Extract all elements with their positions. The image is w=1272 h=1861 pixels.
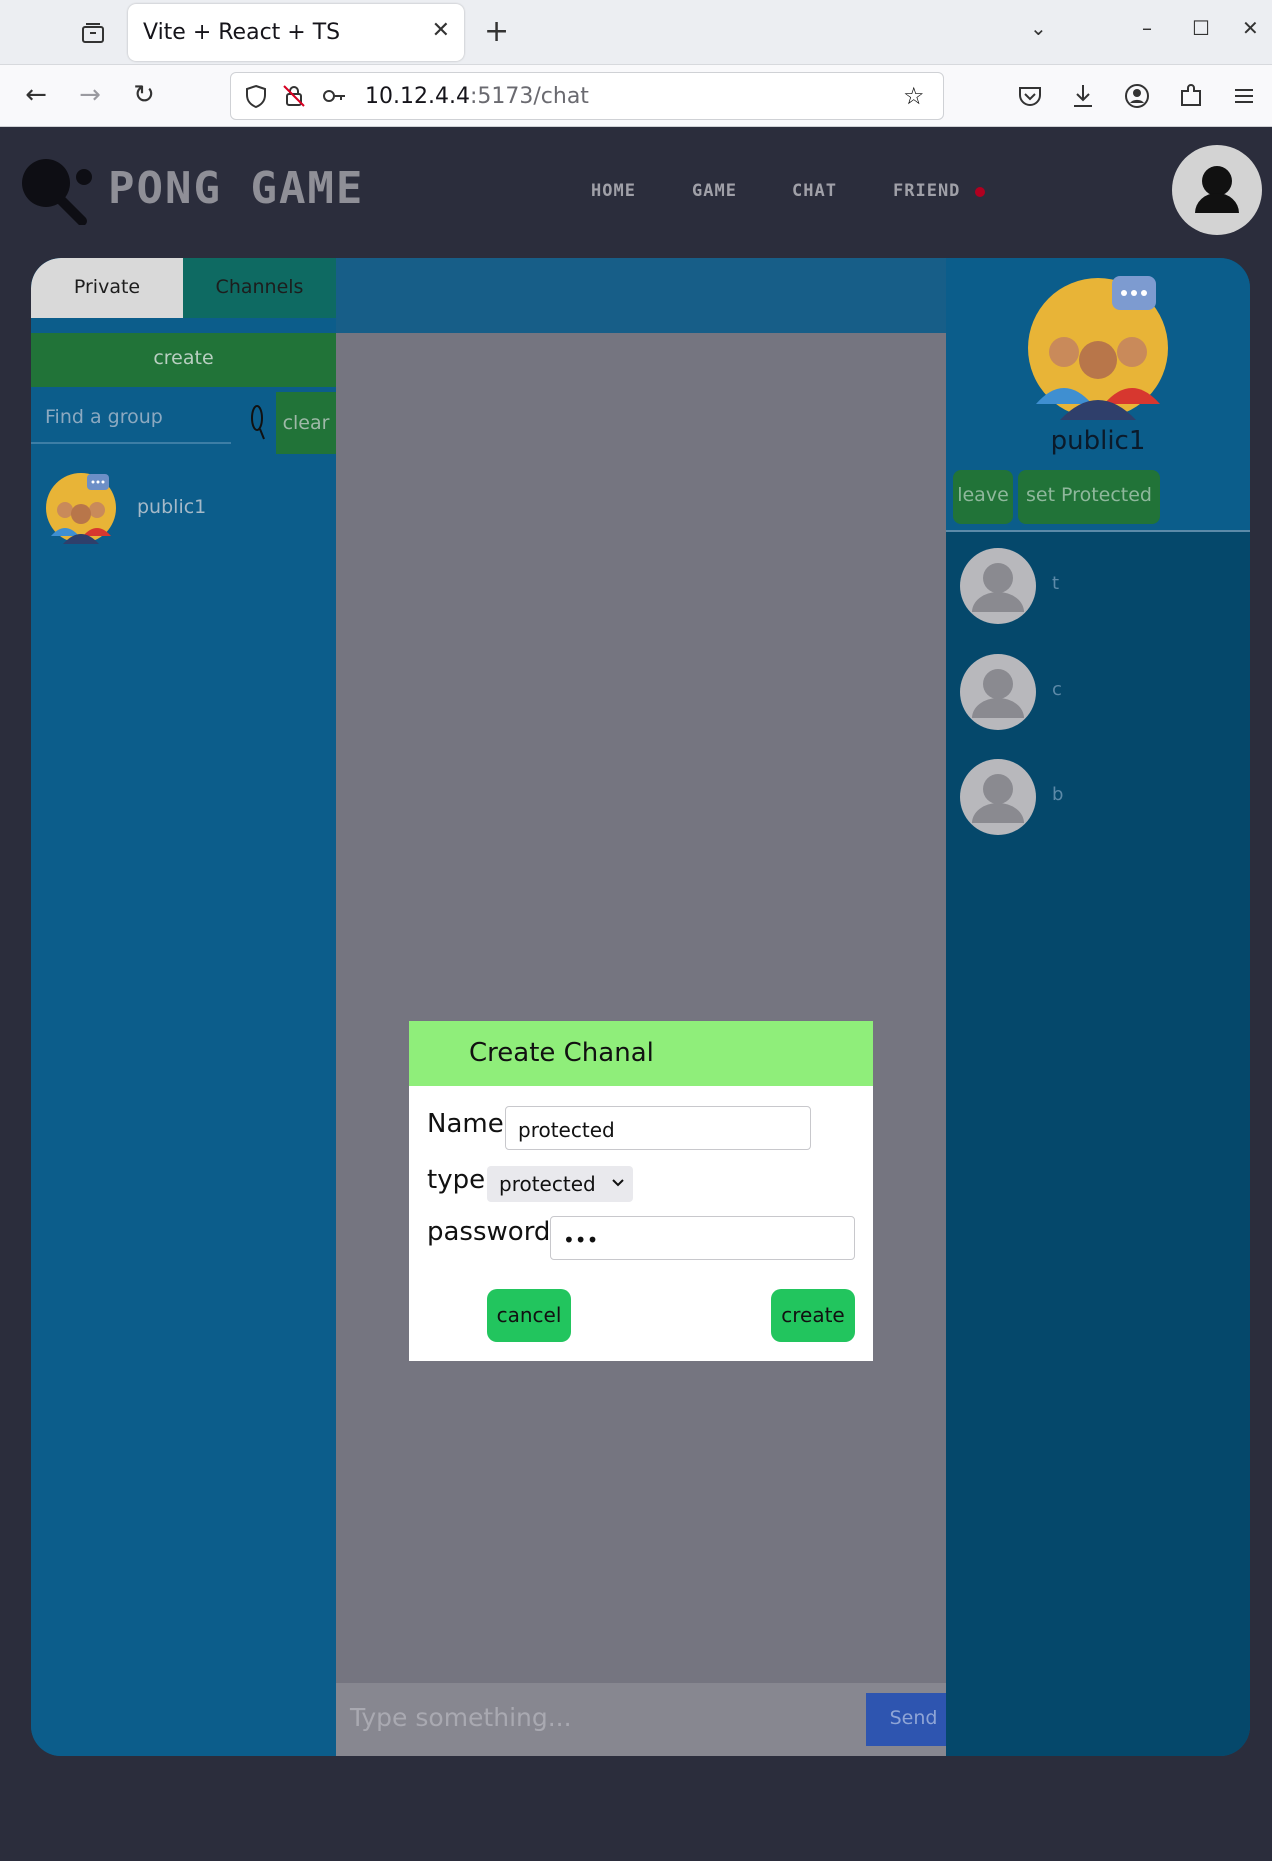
member-list-item[interactable]: c — [960, 654, 1240, 734]
reload-icon[interactable]: ↻ — [128, 79, 160, 111]
nav-chat[interactable]: CHAT — [792, 181, 837, 201]
create-channel-modal: Create Chanal Name protected type protec… — [409, 1021, 873, 1361]
insecure-lock-icon[interactable] — [281, 83, 307, 109]
find-group-placeholder: Find a group — [45, 406, 163, 428]
modal-header: Create Chanal — [409, 1021, 873, 1086]
url-bar[interactable]: 10.12.4.4:5173/chat ☆ — [230, 72, 944, 120]
app-root: PONG GAME HOME GAME CHAT FRIEND Private … — [0, 127, 1272, 1861]
url-host: 10.12.4.4 — [365, 84, 470, 109]
maximize-icon[interactable]: ☐ — [1192, 16, 1210, 40]
type-label: type — [427, 1165, 486, 1195]
member-list-item[interactable]: b — [960, 759, 1240, 839]
create-button[interactable]: create — [771, 1289, 855, 1342]
member-name: b — [1052, 784, 1064, 805]
nav-home[interactable]: HOME — [591, 181, 636, 201]
pocket-icon[interactable] — [1015, 81, 1045, 111]
browser-tab[interactable]: Vite + React + TS ✕ — [128, 4, 464, 61]
url-path: :5173/chat — [469, 84, 589, 109]
tab-private[interactable]: Private — [31, 258, 183, 318]
group-avatar-icon — [46, 473, 116, 544]
tab-list-chevron-icon[interactable]: ⌄ — [1030, 16, 1047, 40]
url-text[interactable]: 10.12.4.4:5173/chat — [365, 84, 589, 109]
hamburger-menu-icon[interactable] — [1229, 81, 1259, 111]
tab-private-label: Private — [73, 276, 141, 298]
chat-container: Private Channels create Find a group cle… — [31, 258, 1250, 1756]
notification-dot — [975, 187, 985, 197]
password-value: ••• — [563, 1228, 599, 1252]
channel-type-select[interactable]: protected — [487, 1166, 633, 1202]
search-icon[interactable] — [249, 402, 265, 442]
chat-header — [336, 258, 946, 333]
create-button-label: create — [781, 1303, 845, 1327]
selected-group-name: public1 — [1050, 426, 1146, 456]
member-name: t — [1052, 573, 1060, 594]
tab-title: Vite + React + TS — [143, 20, 341, 45]
bookmark-star-icon[interactable]: ☆ — [903, 83, 929, 109]
cancel-button[interactable]: cancel — [487, 1289, 571, 1342]
close-window-icon[interactable]: ✕ — [1242, 16, 1259, 40]
leave-group-button[interactable]: leave — [953, 470, 1013, 524]
password-label: password — [427, 1217, 551, 1247]
shield-icon[interactable] — [243, 83, 269, 109]
create-channel-label: create — [153, 347, 214, 369]
cancel-button-label: cancel — [496, 1303, 562, 1327]
message-input-placeholder: Type something... — [350, 1703, 572, 1732]
account-icon[interactable] — [1122, 81, 1152, 111]
set-protected-button[interactable]: set Protected — [1018, 470, 1160, 524]
tab-channels-label: Channels — [215, 276, 304, 298]
tab-overview-icon[interactable] — [80, 20, 106, 46]
member-avatar-icon — [960, 548, 1036, 624]
groups-panel: Private Channels create Find a group cle… — [31, 258, 336, 1756]
logo-text[interactable]: PONG GAME — [108, 163, 364, 214]
chevron-down-icon — [612, 1179, 624, 1187]
name-label: Name — [427, 1109, 504, 1139]
channel-type-value: protected — [499, 1172, 596, 1196]
channel-name-value: protected — [518, 1118, 615, 1142]
modal-title: Create Chanal — [469, 1038, 654, 1068]
channel-name-input[interactable]: protected — [505, 1106, 811, 1150]
back-icon[interactable]: ← — [20, 79, 52, 111]
group-name: public1 — [137, 496, 207, 518]
nav-friend[interactable]: FRIEND — [893, 181, 960, 201]
clear-search-button[interactable]: clear — [276, 392, 336, 454]
download-icon[interactable] — [1068, 81, 1098, 111]
forward-icon[interactable]: → — [74, 79, 106, 111]
group-info-header: public1 leave set Protected — [946, 258, 1250, 532]
user-icon — [1195, 166, 1239, 213]
leave-group-label: leave — [957, 484, 1009, 506]
user-avatar-button[interactable] — [1172, 145, 1262, 235]
browser-tab-bar: Vite + React + TS ✕ + ⌄ – ☐ ✕ — [0, 0, 1272, 65]
member-list-item[interactable]: t — [960, 548, 1240, 628]
close-tab-icon[interactable]: ✕ — [432, 18, 450, 43]
password-input[interactable]: ••• — [550, 1216, 855, 1260]
nav-game[interactable]: GAME — [692, 181, 737, 201]
create-channel-button[interactable]: create — [31, 333, 336, 387]
member-avatar-icon — [960, 759, 1036, 835]
browser-nav-bar: ← → ↻ 10.12.4.4:5173/chat ☆ — [0, 65, 1272, 127]
ping-pong-paddle-icon[interactable] — [18, 155, 96, 225]
tab-channels[interactable]: Channels — [183, 258, 336, 318]
member-avatar-icon — [960, 654, 1036, 730]
message-input[interactable]: Type something... — [336, 1683, 946, 1756]
chat-messages-area — [336, 333, 946, 1683]
find-group-input[interactable]: Find a group — [31, 392, 231, 444]
extensions-icon[interactable] — [1176, 81, 1206, 111]
clear-search-label: clear — [282, 412, 330, 434]
new-tab-icon[interactable]: + — [484, 14, 509, 49]
group-info-panel: public1 leave set Protected t c b — [946, 258, 1250, 1756]
minimize-icon[interactable]: – — [1142, 16, 1152, 40]
group-avatar-large-icon — [1028, 276, 1168, 420]
member-name: c — [1052, 679, 1062, 700]
key-icon[interactable] — [321, 83, 347, 109]
set-protected-label: set Protected — [1025, 484, 1152, 506]
group-list-item[interactable]: public1 — [45, 472, 325, 548]
